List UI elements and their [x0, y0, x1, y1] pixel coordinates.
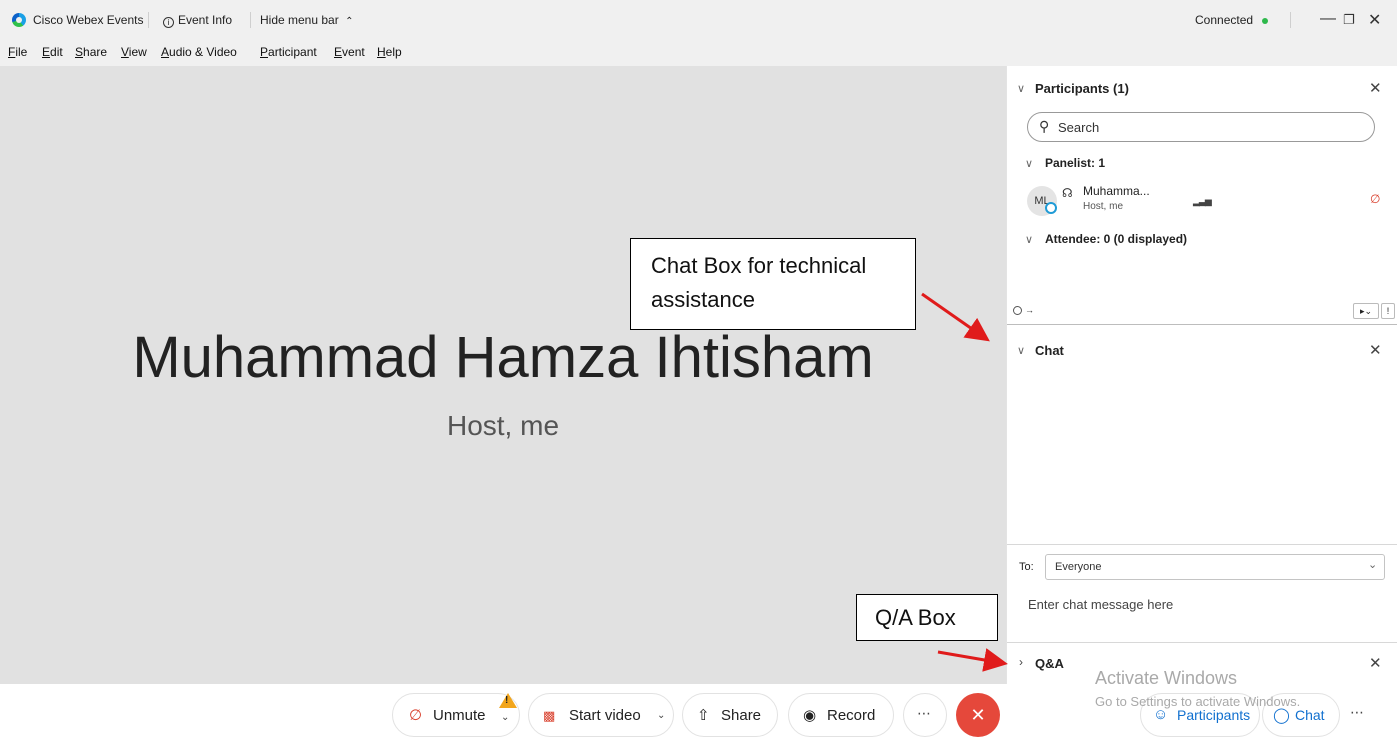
- annotation-arrows: [921, 292, 1008, 672]
- chat-arrow-icon: [921, 292, 990, 342]
- qa-arrow-icon: [937, 648, 1008, 672]
